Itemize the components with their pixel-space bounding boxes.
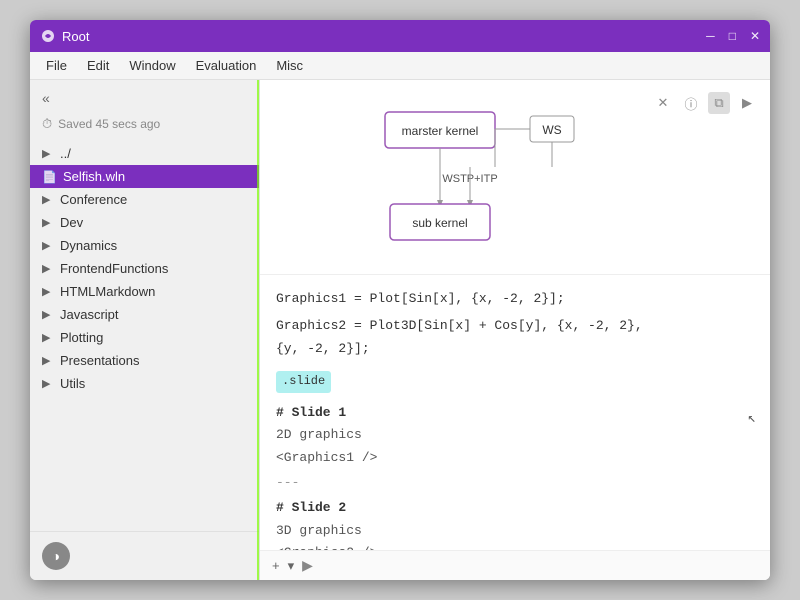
tree-item-utils[interactable]: ▶ Utils bbox=[30, 372, 259, 395]
sidebar-green-indicator bbox=[257, 80, 259, 580]
menu-bar: File Edit Window Evaluation Misc bbox=[30, 52, 770, 80]
tree-item-label: Presentations bbox=[60, 353, 140, 368]
code-editor[interactable]: Graphics1 = Plot[Sin[x], {x, -2, 2}]; Gr… bbox=[260, 275, 770, 550]
tree-item-presentations[interactable]: ▶ Presentations bbox=[30, 349, 259, 372]
add-cell-button[interactable]: + bbox=[272, 558, 280, 573]
tree-item-javascript[interactable]: ▶ Javascript bbox=[30, 303, 259, 326]
theme-toggle-button[interactable]: ◑ bbox=[42, 542, 70, 570]
slide1-text: 2D graphics bbox=[276, 425, 754, 446]
menu-edit[interactable]: Edit bbox=[79, 55, 117, 76]
window-title: Root bbox=[62, 29, 706, 44]
chevron-down-icon: ▾ bbox=[288, 558, 295, 574]
tree-item-dynamics[interactable]: ▶ Dynamics bbox=[30, 234, 259, 257]
cell-type-dropdown[interactable]: ▾ bbox=[288, 558, 295, 574]
tree-item-label: FrontendFunctions bbox=[60, 261, 168, 276]
window-controls: ─ □ ✕ bbox=[706, 29, 760, 43]
tree-item-label: Selfish.wln bbox=[63, 169, 125, 184]
tree-item-label: Conference bbox=[60, 192, 127, 207]
info-button[interactable]: ⓘ bbox=[680, 92, 702, 114]
sidebar-header: « bbox=[30, 80, 259, 112]
slide2-component: <Graphics2 /> bbox=[276, 543, 754, 550]
arrow-icon: ▶ bbox=[42, 354, 54, 367]
plus-icon: + bbox=[272, 558, 280, 573]
arrow-icon: ▶ bbox=[42, 285, 54, 298]
arrow-icon: ▶ bbox=[42, 262, 54, 275]
tree-item-selfish[interactable]: 📄 Selfish.wln bbox=[30, 165, 259, 188]
arrow-icon: ▶ bbox=[42, 239, 54, 252]
tree-item-parent[interactable]: ▶ ../ bbox=[30, 142, 259, 165]
maximize-button[interactable]: □ bbox=[729, 29, 736, 43]
code-line-2a: Graphics2 = Plot3D[Sin[x] + Cos[y], {x, … bbox=[276, 316, 754, 337]
file-icon: 📄 bbox=[42, 170, 57, 184]
svg-text:marster kernel: marster kernel bbox=[402, 124, 479, 138]
arrow-icon: ▶ bbox=[42, 216, 54, 229]
slide1-heading: # Slide 1 bbox=[276, 403, 754, 424]
slide1-component: <Graphics1 /> bbox=[276, 448, 754, 469]
tree-item-label: Dev bbox=[60, 215, 83, 230]
menu-evaluation[interactable]: Evaluation bbox=[188, 55, 265, 76]
main-window: Root ─ □ ✕ File Edit Window Evaluation M… bbox=[30, 20, 770, 580]
sidebar-bottom: ◑ bbox=[30, 531, 259, 580]
tree-item-label: Plotting bbox=[60, 330, 103, 345]
saved-status-text: Saved 45 secs ago bbox=[58, 117, 160, 131]
play-icon: ▶ bbox=[302, 557, 313, 574]
copy-button[interactable]: ⧉ bbox=[708, 92, 730, 114]
tree-item-label: Dynamics bbox=[60, 238, 117, 253]
tree-item-label: Javascript bbox=[60, 307, 119, 322]
tree-item-label: HTMLMarkdown bbox=[60, 284, 155, 299]
code-line-1: Graphics1 = Plot[Sin[x], {x, -2, 2}]; bbox=[276, 289, 754, 310]
diagram-area: marster kernel WS WSTP+ITP bbox=[260, 80, 770, 275]
close-cell-button[interactable]: ✕ bbox=[652, 92, 674, 114]
run-forward-button[interactable]: ▶ bbox=[736, 92, 758, 114]
tree-item-dev[interactable]: ▶ Dev bbox=[30, 211, 259, 234]
editor-footer: + ▾ ▶ bbox=[260, 550, 770, 580]
code-text: {y, -2, 2}]; bbox=[276, 341, 370, 356]
tree-item-label: ../ bbox=[60, 146, 71, 161]
code-text: Graphics1 = Plot[Sin[x], {x, -2, 2}]; bbox=[276, 291, 565, 306]
menu-misc[interactable]: Misc bbox=[268, 55, 311, 76]
theme-icon: ◑ bbox=[52, 548, 60, 564]
minimize-button[interactable]: ─ bbox=[706, 29, 715, 43]
arrow-icon: ▶ bbox=[42, 308, 54, 321]
clock-icon: ⏱ bbox=[42, 116, 52, 132]
title-bar: Root ─ □ ✕ bbox=[30, 20, 770, 52]
tree-item-conference[interactable]: ▶ Conference bbox=[30, 188, 259, 211]
tree-item-label: Utils bbox=[60, 376, 85, 391]
slide2-text: 3D graphics bbox=[276, 521, 754, 542]
menu-window[interactable]: Window bbox=[121, 55, 183, 76]
arrow-icon: ▶ bbox=[42, 331, 54, 344]
run-button[interactable]: ▶ bbox=[302, 557, 313, 574]
sidebar: « ⏱ Saved 45 secs ago ▶ ../ 📄 Selfish.wl… bbox=[30, 80, 260, 580]
code-text: Graphics2 = Plot3D[Sin[x] + Cos[y], {x, … bbox=[276, 318, 643, 333]
menu-file[interactable]: File bbox=[38, 55, 75, 76]
editor-area: marster kernel WS WSTP+ITP bbox=[260, 80, 770, 580]
saved-status-bar: ⏱ Saved 45 secs ago bbox=[30, 112, 259, 142]
tree-item-plotting[interactable]: ▶ Plotting bbox=[30, 326, 259, 349]
slide2-heading: # Slide 2 bbox=[276, 498, 754, 519]
separator: --- bbox=[276, 473, 754, 494]
editor-toolbar: ✕ ⓘ ⧉ ▶ bbox=[652, 92, 758, 114]
kernel-diagram: marster kernel WS WSTP+ITP bbox=[345, 92, 685, 262]
close-icon: ✕ bbox=[658, 95, 669, 111]
code-line-2b: {y, -2, 2}]; bbox=[276, 339, 754, 360]
info-icon: ⓘ bbox=[684, 94, 697, 113]
collapse-button[interactable]: « bbox=[42, 90, 50, 106]
arrow-icon: ▶ bbox=[42, 147, 54, 160]
svg-text:sub kernel: sub kernel bbox=[412, 216, 467, 230]
slide-tag: .slide bbox=[276, 371, 331, 392]
close-button[interactable]: ✕ bbox=[750, 29, 760, 43]
run-forward-icon: ▶ bbox=[742, 95, 752, 111]
arrow-icon: ▶ bbox=[42, 377, 54, 390]
copy-icon: ⧉ bbox=[714, 95, 723, 111]
main-content: « ⏱ Saved 45 secs ago ▶ ../ 📄 Selfish.wl… bbox=[30, 80, 770, 580]
svg-text:WS: WS bbox=[542, 123, 561, 137]
arrow-icon: ▶ bbox=[42, 193, 54, 206]
tree-item-htmlmarkdown[interactable]: ▶ HTMLMarkdown bbox=[30, 280, 259, 303]
tree-item-frontendfunctions[interactable]: ▶ FrontendFunctions bbox=[30, 257, 259, 280]
app-icon bbox=[40, 28, 56, 44]
